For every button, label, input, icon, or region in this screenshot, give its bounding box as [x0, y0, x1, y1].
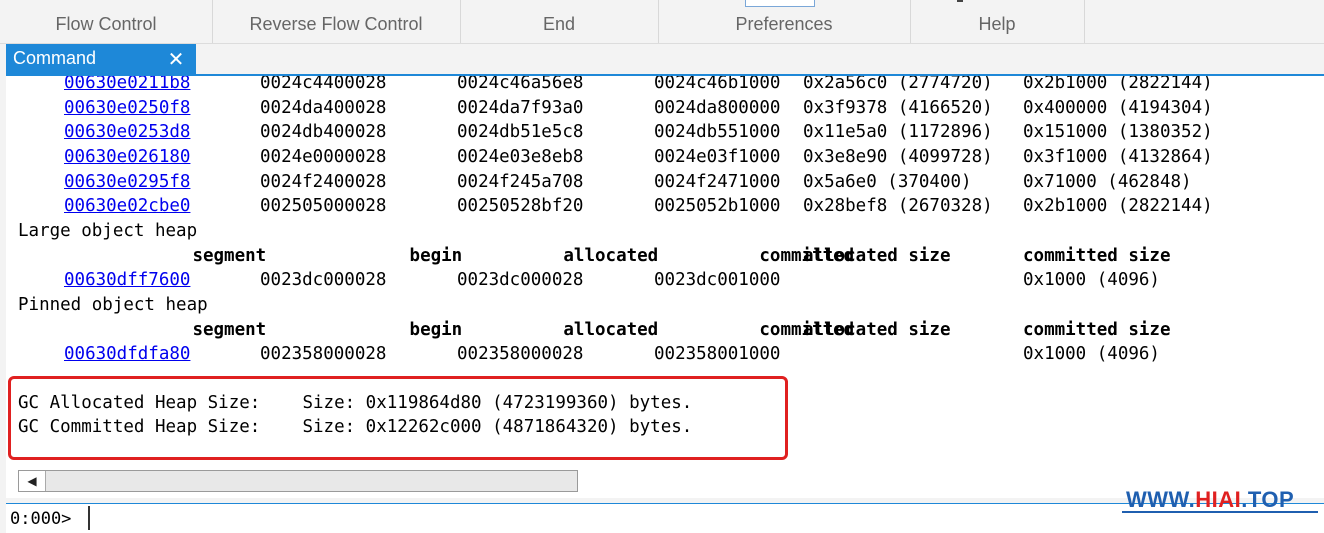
segment-link[interactable]: 00630dfdfa80 [64, 342, 190, 366]
allocated-size-value: 0x11e5a0 (1172896) [803, 122, 993, 142]
allocated-size-value: 0x3e8e90 (4099728) [803, 147, 993, 167]
committed-size-value: 0x3f1000 (4132864) [1023, 147, 1213, 167]
poh-title: Pinned object heap [6, 293, 208, 317]
scroll-left-icon[interactable]: ◀ [19, 471, 46, 491]
ribbon-button-edge[interactable] [745, 0, 815, 7]
begin-value: 0023dc000028 [260, 270, 387, 290]
ribbon-group-end[interactable]: End [460, 0, 659, 43]
section-title: Pinned object heap [18, 295, 208, 315]
committed-size-value: 0x1000 (4096) [1023, 344, 1160, 364]
ribbon-button-edge-mark [957, 0, 963, 2]
begin-value: 002358000028 [260, 344, 387, 364]
ribbon-group-label: Help [978, 14, 1016, 34]
table-row: 00630e0211b8 0024c4400028 0024c46a56e8 0… [6, 76, 1213, 95]
ribbon-group-label: Reverse Flow Control [249, 14, 423, 34]
committed-value: 0025052b1000 [654, 196, 781, 216]
loh-title: Large object heap [6, 219, 197, 243]
ribbon: Flow Control Reverse Flow Control End Pr… [0, 0, 1324, 44]
committed-value: 0024f2471000 [654, 172, 781, 192]
allocated-value: 0024c46a56e8 [457, 76, 584, 93]
segment-link[interactable]: 00630e02cbe0 [64, 194, 190, 218]
header-committed-size: committed size [1023, 246, 1171, 266]
table-row: 00630e026180 0024e0000028 0024e03e8eb8 0… [6, 145, 1213, 169]
allocated-size-value: 0x5a6e0 (370400) [803, 172, 972, 192]
allocated-value: 002358000028 [457, 344, 584, 364]
allocated-value: 0023dc000028 [457, 270, 584, 290]
committed-size-value: 0x2b1000 (2822144) [1023, 196, 1213, 216]
ribbon-group-label: End [542, 14, 576, 34]
ribbon-group-label: Preferences [735, 14, 833, 34]
pane-title-strip [0, 44, 1324, 75]
segment-link[interactable]: 00630e0211b8 [64, 76, 190, 95]
begin-value: 0024db400028 [260, 122, 387, 142]
header-allocated-size: allocated size [803, 320, 951, 340]
segment-link[interactable]: 00630e026180 [64, 145, 190, 169]
allocated-size-value: 0x28bef8 (2670328) [803, 196, 993, 216]
table-row: 00630e0253d8 0024db400028 0024db51e5c8 0… [6, 120, 1213, 144]
committed-size-value: 0x71000 (462848) [1023, 172, 1192, 192]
pane-tab-label: Command [13, 48, 97, 68]
segment-link[interactable]: 00630e0253d8 [64, 120, 190, 144]
allocated-value: 0024da7f93a0 [457, 98, 584, 118]
committed-value: 0024c46b1000 [654, 76, 781, 93]
ribbon-group-help[interactable]: Help [910, 0, 1085, 43]
allocated-value: 0024db51e5c8 [457, 122, 584, 142]
header-allocated-size: allocated size [803, 246, 951, 266]
header-begin: begin [409, 246, 463, 266]
committed-size-value: 0x400000 (4194304) [1023, 98, 1213, 118]
section-title: Large object heap [18, 221, 198, 241]
begin-value: 0024c4400028 [260, 76, 387, 93]
committed-value: 002358001000 [654, 344, 781, 364]
begin-value: 0024f2400028 [260, 172, 387, 192]
watermark-suffix: .TOP [1241, 487, 1295, 512]
begin-value: 002505000028 [260, 196, 387, 216]
committed-value: 0024da800000 [654, 98, 781, 118]
header-segment: segment [192, 246, 267, 266]
horizontal-scrollbar[interactable]: ◀ [18, 470, 578, 492]
watermark-underline [1122, 511, 1318, 513]
allocated-size-value: 0x2a56c0 (2774720) [803, 76, 993, 93]
committed-value: 0024db551000 [654, 122, 781, 142]
text-cursor [88, 506, 90, 530]
table-row: 00630dff7600 0023dc000028 0023dc000028 0… [6, 268, 1160, 292]
segment-link[interactable]: 00630e0250f8 [64, 96, 190, 120]
committed-value: 0023dc001000 [654, 270, 781, 290]
committed-size-value: 0x2b1000 (2822144) [1023, 76, 1213, 93]
close-icon[interactable]: ✕ [166, 49, 186, 69]
ribbon-group-label: Flow Control [55, 14, 157, 34]
allocated-size-value: 0x3f9378 (4166520) [803, 98, 993, 118]
begin-value: 0024da400028 [260, 98, 387, 118]
ribbon-group-flow-control[interactable]: Flow Control [0, 0, 213, 43]
table-row: 00630dfdfa80 002358000028 002358000028 0… [6, 342, 1160, 366]
highlight-annotation [8, 376, 788, 460]
watermark-logo: WWW.HIAI.TOP [1126, 487, 1294, 513]
header-segment: segment [192, 320, 267, 340]
loh-header-row: segment begin allocated committed alloca… [6, 244, 1170, 268]
command-pane-tab[interactable]: Command ✕ [6, 44, 196, 75]
allocated-value: 0024f245a708 [457, 172, 584, 192]
table-row: 00630e0250f8 0024da400028 0024da7f93a0 0… [6, 96, 1213, 120]
committed-size-value: 0x151000 (1380352) [1023, 122, 1213, 142]
table-row: 00630e0295f8 0024f2400028 0024f245a708 0… [6, 170, 1192, 194]
segment-link[interactable]: 00630dff7600 [64, 268, 190, 292]
header-allocated: allocated [563, 320, 659, 340]
table-row: 00630e02cbe0 002505000028 00250528bf20 0… [6, 194, 1213, 218]
committed-size-value: 0x1000 (4096) [1023, 270, 1160, 290]
segment-link[interactable]: 00630e0295f8 [64, 170, 190, 194]
begin-value: 0024e0000028 [260, 147, 387, 167]
poh-header-row: segment begin allocated committed alloca… [6, 318, 1170, 342]
watermark-prefix: WWW. [1126, 487, 1196, 512]
watermark-highlight: HIAI [1195, 487, 1242, 512]
header-allocated: allocated [563, 246, 659, 266]
committed-value: 0024e03f1000 [654, 147, 781, 167]
command-input[interactable] [94, 506, 1098, 532]
allocated-value: 00250528bf20 [457, 196, 584, 216]
header-begin: begin [409, 320, 463, 340]
header-committed-size: committed size [1023, 320, 1171, 340]
ribbon-group-reverse-flow-control[interactable]: Reverse Flow Control [212, 0, 461, 43]
prompt-label: 0:000> [10, 509, 72, 529]
allocated-value: 0024e03e8eb8 [457, 147, 584, 167]
